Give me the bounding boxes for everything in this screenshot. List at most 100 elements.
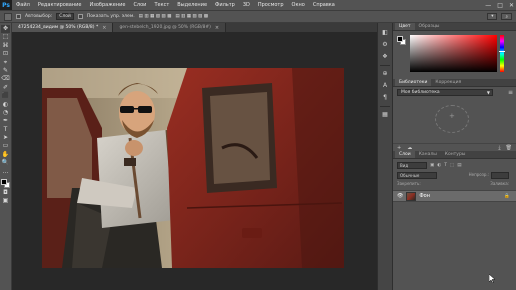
tab-channels[interactable]: Каналы xyxy=(415,151,441,158)
history-icon[interactable]: ◧ xyxy=(381,29,390,37)
gradient-tool-icon[interactable]: ◔ xyxy=(1,109,10,117)
quick-mask-icon[interactable]: ◘ xyxy=(1,189,10,197)
filter-shape-icon[interactable]: ⬚ xyxy=(450,163,454,168)
menu-edit[interactable]: Редактирование xyxy=(34,2,86,8)
pen-tool-icon[interactable]: ✒ xyxy=(1,117,10,125)
filter-type-icon[interactable]: T xyxy=(444,163,447,168)
menu-3d[interactable]: 3D xyxy=(239,2,254,8)
hue-slider-handle[interactable] xyxy=(499,50,505,52)
auto-select-label: Автовыбор: xyxy=(25,14,53,19)
tab-color[interactable]: Цвет xyxy=(395,23,415,30)
tab-libraries[interactable]: Библиотеки xyxy=(395,79,432,86)
navigator-icon[interactable]: ⊕ xyxy=(381,70,390,78)
lasso-tool-icon[interactable]: ⌘ xyxy=(1,42,10,50)
tab-adjustments[interactable]: Коррекция xyxy=(431,79,465,86)
search-icon[interactable]: ⌕ xyxy=(501,13,512,20)
auto-select-target-select[interactable]: Слой xyxy=(56,13,74,20)
menu-type[interactable]: Текст xyxy=(150,2,173,8)
document-image[interactable] xyxy=(42,68,344,268)
blend-mode-select[interactable]: Обычные xyxy=(397,172,437,179)
move-tool-icon[interactable]: ✥ xyxy=(1,25,10,33)
fill-label: Заливка: xyxy=(490,181,509,186)
menu-view[interactable]: Просмотр xyxy=(254,2,288,8)
menu-filter[interactable]: Фильтр xyxy=(211,2,239,8)
opacity-control: Непрозр.: xyxy=(469,172,509,179)
document-tab-label: gen-stebelch_1920.jpg @ 50% (RGB/8#) xyxy=(119,25,211,30)
menu-image[interactable]: Изображение xyxy=(85,2,129,8)
foreground-color-swatch[interactable] xyxy=(0,179,7,186)
menu-layers[interactable]: Слои xyxy=(129,2,150,8)
history-brush-tool-icon[interactable]: ◐ xyxy=(1,101,10,109)
sync-icon[interactable]: ⤓ xyxy=(498,145,500,151)
panel-menu-icon[interactable]: ≡ xyxy=(508,89,513,96)
opacity-label: Непрозр.: xyxy=(468,172,489,177)
more-tools-icon[interactable]: … xyxy=(1,168,10,176)
maximize-button[interactable]: □ xyxy=(497,2,503,9)
align-icons[interactable]: ▤ ▥ ▦ ▧ ▨ ▩ xyxy=(139,14,172,19)
libraries-panel-tabs: Библиотеки Коррекция xyxy=(393,79,516,87)
eyedropper-tool-icon[interactable]: ✎ xyxy=(1,67,10,75)
hand-tool-icon[interactable]: ✋ xyxy=(1,151,10,159)
options-bar-right: ▾ ⌕ xyxy=(487,13,516,20)
hue-slider[interactable] xyxy=(500,35,504,72)
marquee-tool-icon[interactable]: ⬚ xyxy=(1,33,10,41)
eye-icon[interactable]: 👁 xyxy=(397,193,403,199)
cloud-icon[interactable]: ☁ xyxy=(407,145,412,151)
filter-smart-object-icon[interactable]: ▤ xyxy=(457,163,461,168)
mouse-cursor-icon xyxy=(489,274,496,283)
minimize-button[interactable]: — xyxy=(485,2,491,9)
document-tab-1[interactable]: 47254234_видим @ 50% (RGB/8) * × xyxy=(12,23,114,32)
menu-file[interactable]: Файл xyxy=(12,2,34,8)
close-icon[interactable]: × xyxy=(102,25,106,31)
tab-layers[interactable]: Слои xyxy=(395,151,415,158)
properties-icon[interactable]: ⚙ xyxy=(381,41,390,49)
menu-select[interactable]: Выделение xyxy=(173,2,211,8)
quick-select-tool-icon[interactable]: ⊡ xyxy=(1,50,10,58)
color-picker-field[interactable] xyxy=(410,35,497,72)
document-tab-2[interactable]: gen-stebelch_1920.jpg @ 50% (RGB/8#) × xyxy=(113,23,227,32)
clone-stamp-tool-icon[interactable]: ⬛ xyxy=(1,92,10,100)
crop-tool-icon[interactable]: ⌖ xyxy=(1,59,10,67)
libraries-footer: + ☁ ⤓ 🗑 xyxy=(393,143,516,151)
zoom-tool-icon[interactable]: 🔍 xyxy=(1,159,10,167)
distribute-icons[interactable]: ▤ ▥ ▦ ▧ ▨ ▩ xyxy=(175,14,208,19)
auto-select-checkbox[interactable] xyxy=(16,14,21,19)
screen-mode-icon[interactable]: ▣ xyxy=(1,197,10,205)
paragraph-icon[interactable]: ¶ xyxy=(381,94,390,102)
brush-presets-icon[interactable]: ▦ xyxy=(381,111,390,119)
close-button[interactable]: ✕ xyxy=(509,2,514,9)
layer-name[interactable]: Фон xyxy=(419,193,430,199)
brush-tool-icon[interactable]: ✐ xyxy=(1,84,10,92)
library-select[interactable]: Моя библиотека ▼ xyxy=(397,89,493,96)
filter-adjustment-icon[interactable]: ◐ xyxy=(437,163,441,168)
type-tool-icon[interactable]: T xyxy=(1,126,10,134)
workspace-button[interactable]: ▾ xyxy=(487,13,498,20)
lock-label: Закрепить: xyxy=(397,181,421,186)
add-content-icon[interactable]: + xyxy=(397,145,401,151)
show-transform-checkbox[interactable] xyxy=(77,14,83,19)
color-swatches[interactable] xyxy=(0,179,11,189)
path-select-tool-icon[interactable]: ➤ xyxy=(1,134,10,142)
filter-pixel-icon[interactable]: ▣ xyxy=(430,163,434,168)
layer-filter-select[interactable]: Вид xyxy=(397,162,427,169)
libraries-panel: Моя библиотека ▼ ≡ + + ☁ ⤓ 🗑 xyxy=(393,87,516,151)
close-icon[interactable]: × xyxy=(215,25,219,31)
tab-swatches[interactable]: Образцы xyxy=(415,23,444,30)
menu-help[interactable]: Справка xyxy=(309,2,339,8)
foreground-color-swatch[interactable] xyxy=(397,36,403,42)
trash-icon[interactable]: 🗑 xyxy=(506,145,512,151)
menu-window[interactable]: Окно xyxy=(288,2,309,8)
layer-filter-row: Вид ▣ ◐ T ⬚ ▤ xyxy=(397,162,509,169)
canvas-area[interactable] xyxy=(12,32,377,290)
layer-row[interactable]: 👁 Фон 🔒 xyxy=(393,190,516,202)
adjustments-icon[interactable]: ❖ xyxy=(381,53,390,61)
dock-divider xyxy=(380,106,390,107)
move-tool-preset-icon[interactable] xyxy=(4,12,12,21)
dock-divider xyxy=(380,65,390,66)
color-panel-tabs: Цвет Образцы xyxy=(393,23,516,31)
tab-paths[interactable]: Контуры xyxy=(441,151,470,158)
character-icon[interactable]: A xyxy=(381,82,390,90)
healing-brush-tool-icon[interactable]: ⌫ xyxy=(1,75,10,83)
rectangle-tool-icon[interactable]: ▭ xyxy=(1,142,10,150)
opacity-input[interactable] xyxy=(491,172,509,179)
